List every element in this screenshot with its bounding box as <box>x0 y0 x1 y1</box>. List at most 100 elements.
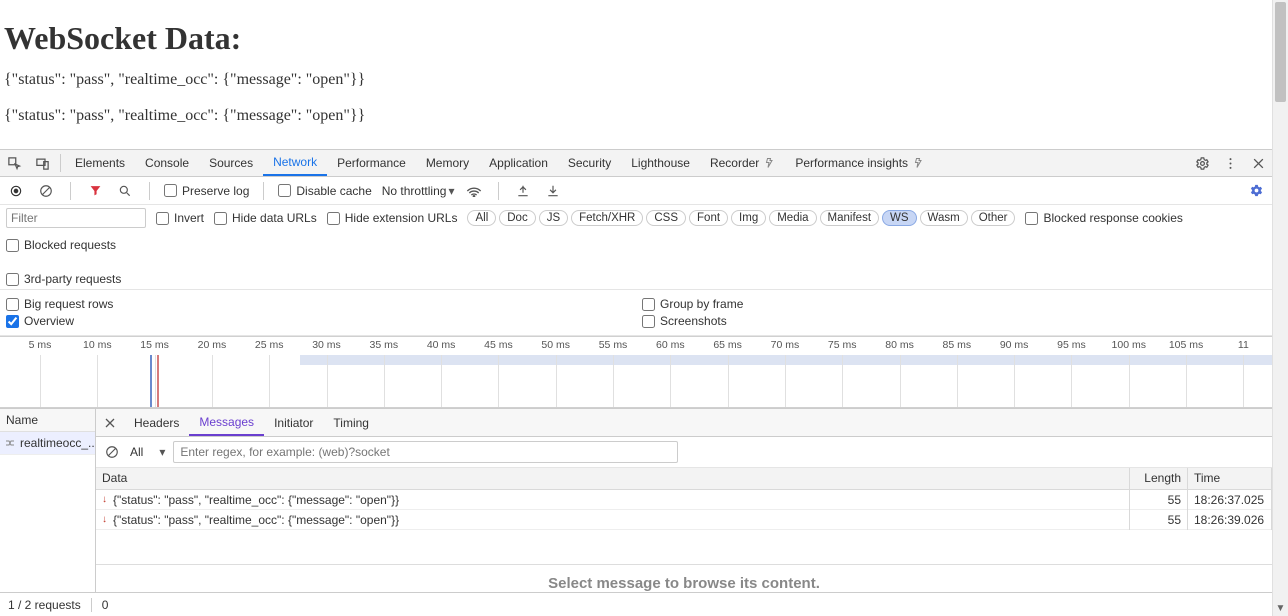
close-devtools-icon[interactable] <box>1244 157 1272 170</box>
ws-message-line: {"status": "pass", "realtime_occ": {"mes… <box>4 107 1268 125</box>
col-data-header[interactable]: Data <box>96 468 1130 489</box>
timeline-tick: 60 ms <box>656 339 685 351</box>
timeline-tick: 80 ms <box>885 339 914 351</box>
pill-all[interactable]: All <box>467 210 496 226</box>
tab-performance[interactable]: Performance <box>327 150 416 176</box>
message-length: 55 <box>1130 490 1188 510</box>
col-time-header[interactable]: Time <box>1188 468 1272 489</box>
tab-perf-insights[interactable]: Performance insights <box>785 150 934 176</box>
message-row[interactable]: ↓{"status": "pass", "realtime_occ": {"me… <box>96 510 1272 530</box>
tab-memory[interactable]: Memory <box>416 150 479 176</box>
timeline-tick: 65 ms <box>713 339 742 351</box>
tab-lighthouse[interactable]: Lighthouse <box>621 150 700 176</box>
dtab-messages[interactable]: Messages <box>189 409 264 436</box>
pill-css[interactable]: CSS <box>646 210 686 226</box>
more-icon[interactable] <box>1216 156 1244 171</box>
timeline-tick: 90 ms <box>1000 339 1029 351</box>
big-rows-checkbox[interactable]: Big request rows <box>6 297 630 311</box>
devtools-tab-bar: Elements Console Sources Network Perform… <box>0 150 1272 177</box>
invert-checkbox[interactable]: Invert <box>156 211 204 225</box>
import-har-icon[interactable] <box>513 181 533 201</box>
resource-type-filters: All Doc JS Fetch/XHR CSS Font Img Media … <box>467 210 1015 226</box>
timeline-tick: 11 <box>1238 339 1249 351</box>
devtools-panel: Elements Console Sources Network Perform… <box>0 149 1272 616</box>
tab-application[interactable]: Application <box>479 150 558 176</box>
group-frame-checkbox[interactable]: Group by frame <box>642 297 1266 311</box>
hide-ext-urls-checkbox[interactable]: Hide extension URLs <box>327 211 458 225</box>
inspect-element-icon[interactable] <box>0 156 28 171</box>
preserve-log-checkbox[interactable]: Preserve log <box>164 184 249 198</box>
message-filter-input[interactable] <box>173 441 678 463</box>
status-bar: 1 / 2 requests 0 <box>0 592 1272 616</box>
pill-doc[interactable]: Doc <box>499 210 535 226</box>
status-bytes: 0 <box>102 598 109 612</box>
scroll-down-icon[interactable]: ▼ <box>1273 600 1288 616</box>
timeline-tick: 55 ms <box>599 339 628 351</box>
pill-fetch[interactable]: Fetch/XHR <box>571 210 643 226</box>
message-data: {"status": "pass", "realtime_occ": {"mes… <box>113 493 399 507</box>
col-length-header[interactable]: Length <box>1130 468 1188 489</box>
message-data: {"status": "pass", "realtime_occ": {"mes… <box>113 513 399 527</box>
network-settings-icon[interactable] <box>1246 181 1266 201</box>
settings-icon[interactable] <box>1188 156 1216 171</box>
third-party-checkbox[interactable]: 3rd-party requests <box>6 272 121 286</box>
clear-messages-icon[interactable] <box>102 442 122 462</box>
blocked-cookies-checkbox[interactable]: Blocked response cookies <box>1025 211 1182 225</box>
device-toolbar-icon[interactable] <box>28 156 56 171</box>
export-har-icon[interactable] <box>543 181 563 201</box>
detail-tab-bar: Headers Messages Initiator Timing <box>96 409 1272 437</box>
tab-elements[interactable]: Elements <box>65 150 135 176</box>
pill-wasm[interactable]: Wasm <box>920 210 968 226</box>
search-icon[interactable] <box>115 181 135 201</box>
clear-icon[interactable] <box>36 181 56 201</box>
pill-media[interactable]: Media <box>769 210 816 226</box>
network-filter-bar: Invert Hide data URLs Hide extension URL… <box>0 205 1272 290</box>
pill-js[interactable]: JS <box>539 210 568 226</box>
tab-sources[interactable]: Sources <box>199 150 263 176</box>
dtab-headers[interactable]: Headers <box>124 409 189 436</box>
request-item[interactable]: realtimeocc_... <box>0 432 95 455</box>
record-icon[interactable] <box>6 181 26 201</box>
timeline-tick: 30 ms <box>312 339 341 351</box>
request-detail: Headers Messages Initiator Timing All▾ D… <box>96 409 1272 592</box>
pill-manifest[interactable]: Manifest <box>820 210 879 226</box>
page-content: WebSocket Data: {"status": "pass", "real… <box>0 0 1272 149</box>
pill-other[interactable]: Other <box>971 210 1016 226</box>
message-time: 18:26:37.025 <box>1188 490 1272 510</box>
message-time: 18:26:39.026 <box>1188 510 1272 530</box>
websocket-icon <box>4 437 16 449</box>
filter-icon[interactable] <box>85 181 105 201</box>
tab-console[interactable]: Console <box>135 150 199 176</box>
page-title: WebSocket Data: <box>4 20 1268 57</box>
separator <box>60 154 61 172</box>
pill-img[interactable]: Img <box>731 210 766 226</box>
tab-network[interactable]: Network <box>263 150 327 176</box>
blocked-requests-checkbox[interactable]: Blocked requests <box>6 238 116 252</box>
timeline-tick: 5 ms <box>29 339 52 351</box>
filter-input[interactable] <box>6 208 146 228</box>
disable-cache-checkbox[interactable]: Disable cache <box>278 184 371 198</box>
hide-data-urls-checkbox[interactable]: Hide data URLs <box>214 211 317 225</box>
timeline-tick: 40 ms <box>427 339 456 351</box>
timeline-overview[interactable]: 5 ms10 ms15 ms20 ms25 ms30 ms35 ms40 ms4… <box>0 336 1272 408</box>
message-row[interactable]: ↓{"status": "pass", "realtime_occ": {"me… <box>96 490 1272 510</box>
message-type-select[interactable]: All▾ <box>130 445 165 459</box>
network-conditions-icon[interactable] <box>464 181 484 201</box>
timeline-tick: 15 ms <box>140 339 169 351</box>
overview-checkbox[interactable]: Overview <box>6 314 630 328</box>
throttling-select[interactable]: No throttling▾ <box>382 184 455 198</box>
timeline-tick: 10 ms <box>83 339 112 351</box>
pill-font[interactable]: Font <box>689 210 728 226</box>
screenshots-checkbox[interactable]: Screenshots <box>642 314 1266 328</box>
timeline-tick: 85 ms <box>943 339 972 351</box>
network-body: Name realtimeocc_... Headers Messages In… <box>0 408 1272 592</box>
close-detail-icon[interactable] <box>96 417 124 429</box>
tab-security[interactable]: Security <box>558 150 621 176</box>
dtab-initiator[interactable]: Initiator <box>264 409 323 436</box>
tab-recorder[interactable]: Recorder <box>700 150 785 176</box>
dtab-timing[interactable]: Timing <box>323 409 379 436</box>
pill-ws[interactable]: WS <box>882 210 917 226</box>
browser-scrollbar[interactable]: ▲ ▼ <box>1272 0 1288 616</box>
timeline-tick: 95 ms <box>1057 339 1086 351</box>
scrollbar-thumb[interactable] <box>1275 2 1286 102</box>
